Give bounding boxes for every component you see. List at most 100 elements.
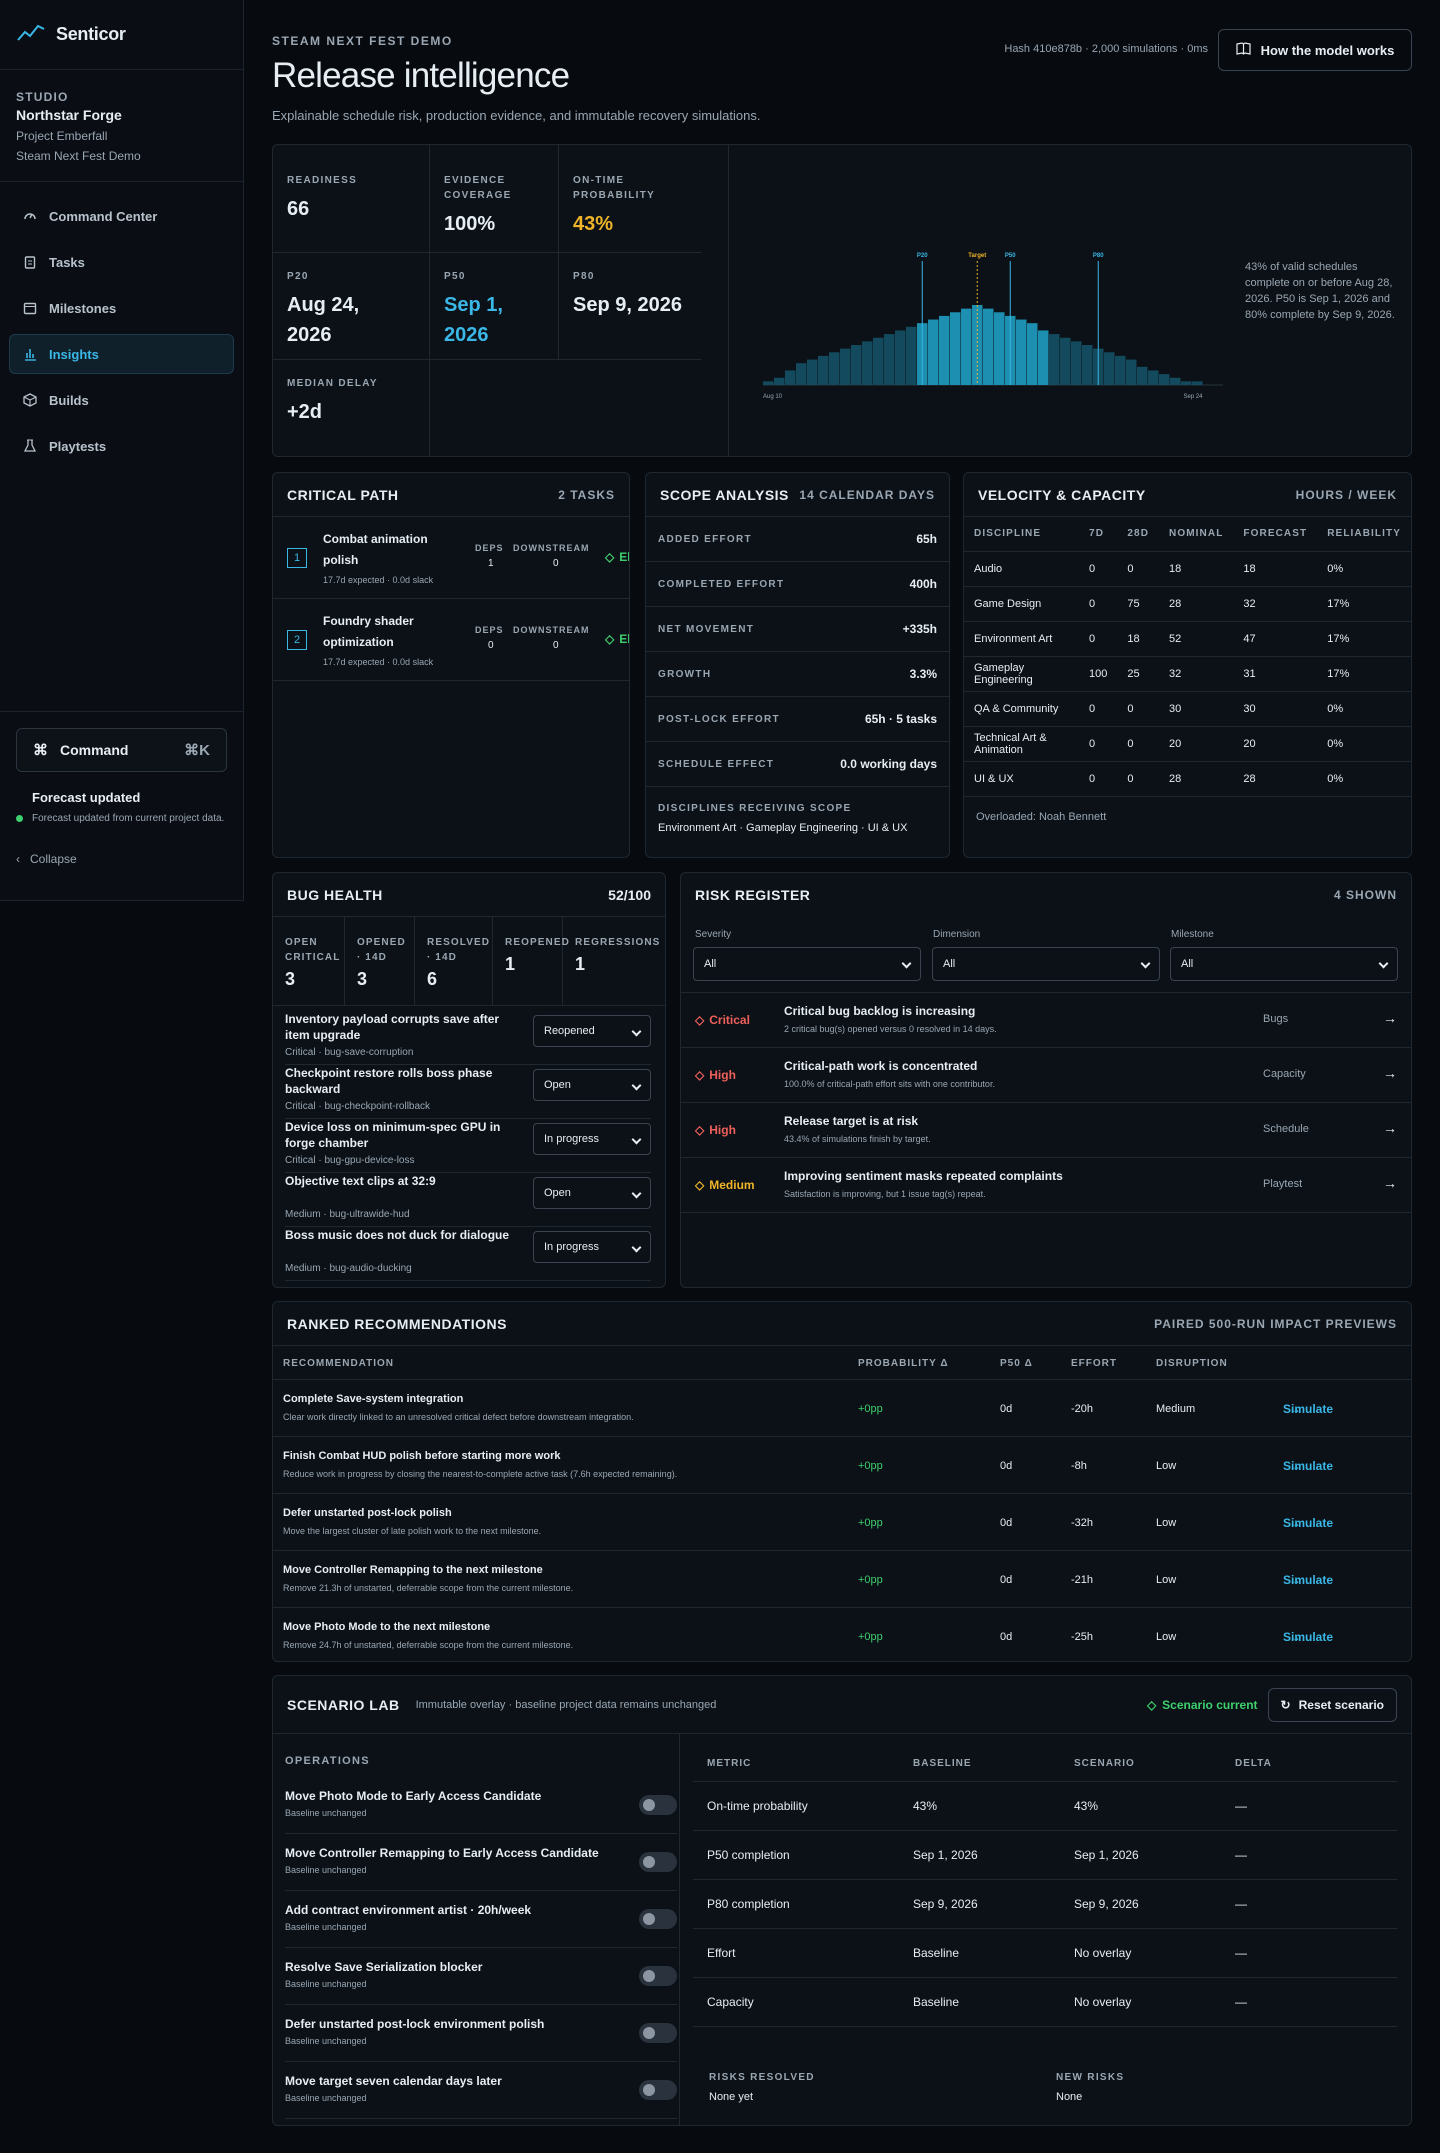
metric-cell: —: [1235, 1946, 1247, 1960]
risk-item[interactable]: ◇ Critical Critical bug backlog is increas…: [681, 993, 1411, 1048]
scenario-status-label: Scenario current: [1162, 1697, 1258, 1712]
card-title: VELOCITY & CAPACITY: [978, 486, 1146, 503]
risk-dimension: Bugs: [1263, 1013, 1289, 1025]
bug-meta: Medium · bug-audio-ducking: [285, 1263, 412, 1274]
sidebar-item-playtests[interactable]: Playtests: [9, 426, 234, 466]
rec-subtitle: PAIRED 500-RUN IMPACT PREVIEWS: [1154, 1316, 1397, 1331]
reset-scenario-button[interactable]: ↻ Reset scenario: [1267, 1687, 1397, 1722]
bug-status-select[interactable]: Open: [533, 1069, 651, 1101]
collapse-button[interactable]: ‹ Collapse: [16, 852, 227, 866]
scenario-divider: [679, 1734, 680, 2125]
table-cell: UI & UX: [964, 761, 1080, 797]
distribution-bar: [884, 334, 895, 385]
column-header: 7D: [1079, 517, 1118, 552]
sidebar-item-tasks[interactable]: Tasks: [9, 242, 234, 282]
kpi-label: MEDIAN DELAY: [287, 378, 378, 389]
distribution-bar: [840, 348, 851, 385]
arrow-right-icon[interactable]: →: [1383, 1010, 1397, 1026]
card-title: RANKED RECOMMENDATIONS: [287, 1315, 507, 1332]
table-cell: 20: [1159, 726, 1234, 762]
distribution-bar: [939, 315, 950, 385]
stat-value: 3: [285, 969, 296, 989]
arrow-right-icon[interactable]: →: [1383, 1175, 1397, 1191]
bug-title: Checkpoint restore rolls boss phase back…: [285, 1066, 493, 1096]
kpi-label: P50: [444, 271, 466, 282]
sidebar-item-builds[interactable]: Builds: [9, 380, 234, 420]
table-cell: 0: [1117, 691, 1160, 727]
sidebar-item-insights[interactable]: Insights: [9, 334, 234, 374]
rec-desc: Reduce work in progress by closing the n…: [283, 1469, 678, 1479]
dimension-select[interactable]: All: [932, 947, 1160, 981]
column-header: DISCIPLINE: [964, 517, 1080, 552]
kpi-label: P20: [287, 271, 309, 282]
operation-toggle[interactable]: [639, 2080, 677, 2100]
brand[interactable]: Senticor: [0, 0, 243, 70]
resolved-label: RISKS RESOLVED: [709, 2072, 815, 2083]
rec-desc: Remove 24.7h of unstarted, deferrable sc…: [283, 1640, 574, 1650]
metric-cell: Sep 1, 2026: [1074, 1848, 1139, 1862]
table-cell: 28: [1159, 761, 1234, 797]
diamond-icon: ◇: [605, 632, 615, 646]
chevron-left-icon: ‹: [16, 852, 20, 866]
forecast-desc: Forecast updated from current project da…: [16, 811, 227, 826]
recommendation-row: Defer unstarted post-lock polish Move the…: [273, 1494, 1411, 1551]
distribution-bar: [818, 355, 829, 385]
sidebar-item-command-center[interactable]: Command Center: [9, 196, 234, 236]
bug-status-select[interactable]: Open: [533, 1177, 651, 1209]
metric-cell: Sep 1, 2026: [913, 1848, 978, 1862]
bug-health-card: BUG HEALTH 52/100 OPEN CRITICAL 3 OPENED · …: [272, 872, 666, 1288]
risk-item[interactable]: ◇ Medium Improving sentiment masks repeate…: [681, 1158, 1411, 1213]
distribution-bar: [829, 352, 840, 385]
arrow-right-icon[interactable]: →: [1383, 1120, 1397, 1136]
column-header: BASELINE: [913, 1758, 972, 1769]
operation-toggle[interactable]: [639, 2023, 677, 2043]
operation-toggle[interactable]: [639, 1966, 677, 1986]
app-name: Senticor: [56, 24, 126, 44]
operation-desc: Baseline unchanged: [285, 1979, 367, 1989]
filter-label: Milestone: [1171, 929, 1214, 940]
severity-select[interactable]: All: [693, 947, 921, 981]
table-cell: 17%: [1317, 621, 1411, 657]
risk-dimension: Capacity: [1263, 1068, 1306, 1080]
risk-item[interactable]: ◇ High Critical-path work is concentrated 1…: [681, 1048, 1411, 1103]
diamond-icon: ◇: [605, 550, 615, 564]
table-cell: Environment Art: [964, 621, 1080, 657]
how-model-works-button[interactable]: How the model works: [1218, 29, 1412, 71]
operation-toggle[interactable]: [639, 1909, 677, 1929]
operation-title: Resolve Save Serialization blocker: [285, 1960, 483, 1974]
sidebar-item-milestones[interactable]: Milestones: [9, 288, 234, 328]
risk-item[interactable]: ◇ High Release target is at risk 43.4% of s…: [681, 1103, 1411, 1158]
severity-label: High: [709, 1068, 736, 1082]
rec-desc: Move the largest cluster of late polish …: [283, 1526, 542, 1536]
bug-status-select[interactable]: In progress: [533, 1123, 651, 1155]
scope-value: +335h: [902, 622, 937, 636]
bug-stat: REGRESSIONS 1: [563, 917, 665, 1006]
operation-toggle[interactable]: [639, 1795, 677, 1815]
how-label: How the model works: [1260, 42, 1395, 58]
milestone-select[interactable]: All: [1170, 947, 1398, 981]
recommendation-row: Complete Save-system integration Clear wo…: [273, 1380, 1411, 1437]
bug-status-select[interactable]: In progress: [533, 1231, 651, 1263]
distribution-bar: [1148, 370, 1159, 385]
column-header: METRIC: [707, 1758, 752, 1769]
table-cell: 0%: [1317, 691, 1411, 727]
operation-desc: Baseline unchanged: [285, 1922, 367, 1932]
distribution-bar: [1115, 355, 1126, 385]
operation-toggle[interactable]: [639, 1852, 677, 1872]
command-button[interactable]: ⌘ Command ⌘K: [16, 728, 227, 772]
table-row: QA & Community 0 0 30 30 0%: [964, 691, 1411, 727]
metric-cell: On-time probability: [707, 1799, 808, 1813]
filter-label: Dimension: [933, 929, 981, 940]
table-cell: 18: [1159, 551, 1234, 587]
table-cell: 0: [1079, 726, 1118, 762]
distribution-bar: [873, 337, 884, 385]
bug-status-select[interactable]: Reopened: [533, 1015, 651, 1047]
critical-path-item[interactable]: 2 Foundry shader optimization 17.7d expect…: [273, 599, 629, 681]
arrow-right-icon[interactable]: →: [1383, 1065, 1397, 1081]
distribution-bar: [983, 308, 994, 385]
critical-path-item[interactable]: 1 Combat animation polish 17.7d expected ·…: [273, 517, 629, 599]
metric-cell: Effort: [707, 1946, 736, 1960]
scope-row: POST-LOCK EFFORT 65h · 5 tasks: [646, 697, 949, 742]
table-cell: 0%: [1317, 551, 1411, 587]
command-icon: ⌘: [33, 742, 48, 759]
